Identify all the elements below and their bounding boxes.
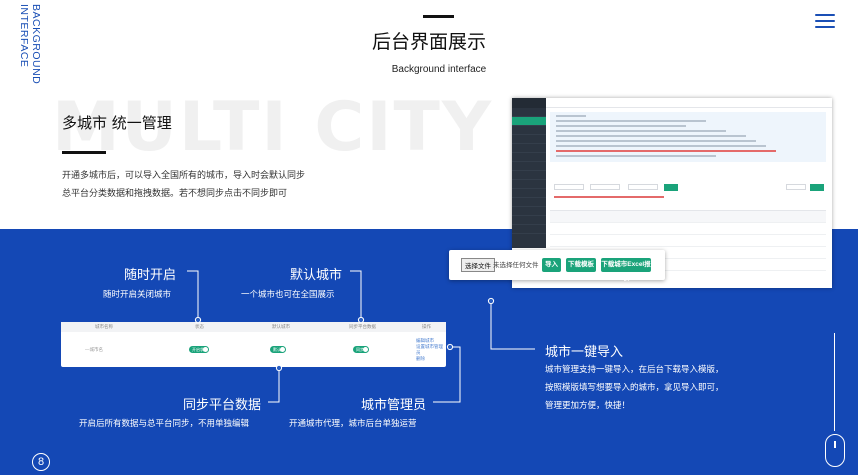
city-name-cell: —城市名: [85, 347, 103, 352]
row-operations: 编辑城市 设置城市管理员 删除: [416, 338, 446, 362]
page-title: 后台界面展示: [371, 31, 486, 53]
sync-toggle-label: 同步: [356, 347, 364, 352]
import-desc-line-2: 按照模版填写想要导入的城市，拿见导入即可，: [545, 382, 724, 392]
callout-open-anytime-title: 随时开启: [124, 268, 177, 283]
header-ops: 操作: [422, 324, 431, 329]
sync-data-toggle[interactable]: 同步: [353, 346, 369, 353]
delete-link[interactable]: 删除: [416, 356, 446, 362]
download-city-excel-button[interactable]: 下载城市Excel报表: [601, 258, 651, 282]
header-sync: 同步平台数据: [349, 324, 376, 329]
download-template-button[interactable]: 下载模板: [566, 258, 596, 272]
admin-topbar: [546, 98, 832, 108]
status-toggle[interactable]: 开启状态: [189, 346, 209, 353]
section-description: 开通多城市后，可以导入全国所有的城市，导入时会默认同步总平台分类数据和拖拽数据。…: [62, 170, 306, 198]
page-number: 8: [32, 453, 50, 471]
section-heading: 多城市 统一管理: [62, 114, 172, 132]
section-rule: [62, 151, 106, 154]
scroll-mouse-icon[interactable]: [825, 434, 845, 467]
city-table-header: 城市名称 状态 默认城市 同步平台数据 操作: [61, 322, 446, 332]
callout-city-admin-desc: 开通城市代理，城市后台单独运营: [289, 418, 417, 428]
title-accent-bar: [423, 15, 454, 18]
import-desc-line-3: 管理更加方便，快捷！: [545, 400, 631, 410]
default-city-toggle[interactable]: 默认: [270, 346, 286, 353]
no-file-label: 未选择任何文件: [493, 262, 539, 269]
hamburger-menu-icon[interactable]: [815, 14, 835, 29]
callout-import-desc: 城市管理支持一键导入，在后台下载导入模版， 按照模版填写想要导入的城市，拿见导入…: [545, 360, 745, 414]
city-table: 城市名称 状态 默认城市 同步平台数据 操作 —城市名 开启状态 默认 同步 编…: [61, 322, 446, 367]
header-status: 状态: [195, 324, 204, 329]
callout-sync-data-title: 同步平台数据: [183, 398, 262, 413]
admin-form: [550, 170, 826, 206]
import-toolbar: 选择文件 未选择任何文件 导入 下载模板 下载城市Excel报表: [449, 250, 665, 282]
status-toggle-label: 开启状态: [192, 347, 208, 352]
set-admin-link[interactable]: 设置城市管理员: [416, 344, 446, 356]
header-default-city: 默认城市: [272, 324, 290, 329]
callout-open-anytime-desc: 随时开启关闭城市: [103, 289, 172, 299]
callout-import-title: 城市一键导入: [545, 345, 624, 360]
admin-notice-box: [550, 112, 826, 162]
import-button[interactable]: 导入: [542, 258, 561, 272]
choose-file-button[interactable]: 选择文件: [461, 258, 495, 272]
scroll-guide-line: [834, 333, 835, 431]
default-toggle-label: 默认: [273, 347, 281, 352]
callout-sync-data-desc: 开启后所有数据与总平台同步，不用单独编辑: [79, 418, 250, 428]
page-subtitle: Background interface: [391, 64, 487, 75]
callout-city-admin-title: 城市管理员: [361, 398, 427, 413]
header-city-name: 城市名称: [95, 324, 113, 329]
callout-default-city-desc: 一个城市也可在全国展示: [241, 289, 335, 299]
admin-sidebar: [512, 98, 546, 248]
import-desc-line-1: 城市管理支持一键导入，在后台下载导入模版，: [545, 364, 724, 374]
callout-default-city-title: 默认城市: [290, 268, 343, 283]
